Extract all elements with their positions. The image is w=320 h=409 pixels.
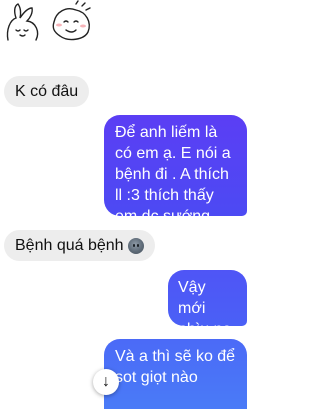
message-text: K có đâu: [15, 83, 79, 100]
outgoing-message-bubble[interactable]: Để anh liếm là có em ạ. E nói a bệnh đi …: [104, 115, 247, 225]
dark-face-emoji-icon: [127, 237, 144, 254]
arrow-down-icon: ↓: [102, 373, 110, 390]
incoming-message-bubble[interactable]: K có đâu: [4, 76, 90, 107]
message-text: Để anh liếm là có em ạ. E nói a bệnh đi …: [115, 124, 231, 225]
outgoing-message-bubble[interactable]: Vậy mới nhìu nc bb ạ: [168, 270, 247, 359]
message-text: Và a thì sẽ ko để sot giọt nào: [115, 348, 236, 386]
incoming-message-bubble[interactable]: Bệnh quá bệnh: [4, 230, 155, 261]
message-text: Bệnh quá bệnh: [15, 237, 124, 254]
scroll-to-bottom-button[interactable]: ↓: [93, 369, 119, 395]
outgoing-message-bubble[interactable]: Và a thì sẽ ko để sot giọt nào: [104, 339, 247, 409]
sticker-image: [6, 0, 91, 41]
